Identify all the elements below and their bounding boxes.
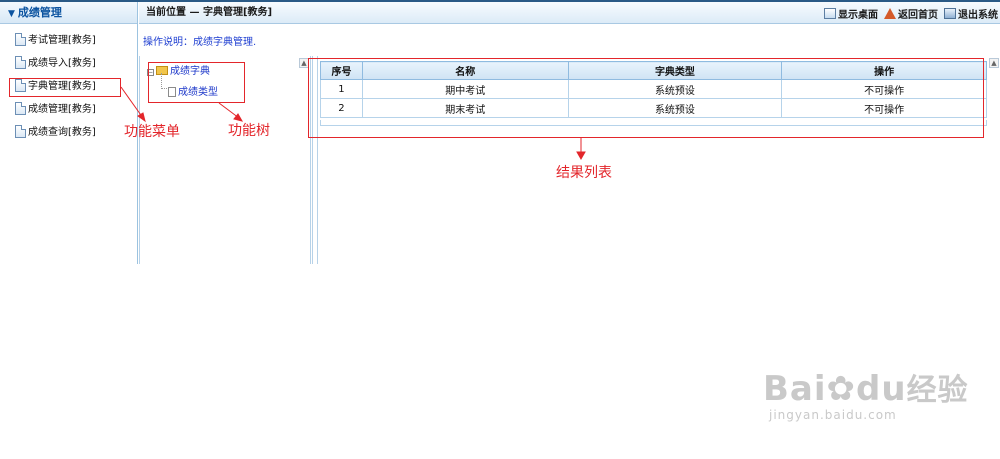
sidebar-header[interactable]: ▼ 成绩管理 bbox=[0, 2, 137, 24]
document-icon bbox=[15, 56, 26, 69]
exit-icon bbox=[944, 7, 956, 19]
paw-icon: ✿ bbox=[826, 369, 857, 409]
exit-system-label: 退出系统 bbox=[958, 9, 998, 21]
show-desktop-label: 显示桌面 bbox=[838, 9, 878, 21]
baidu-jingyan-watermark: Bai✿du经验 jingyan.baidu.com bbox=[763, 372, 969, 422]
document-icon bbox=[15, 125, 26, 138]
back-home-button[interactable]: 返回首页 bbox=[884, 6, 938, 21]
sidebar-item-label: 考试管理[教务] bbox=[28, 35, 96, 46]
exit-system-button[interactable]: 退出系统 bbox=[944, 6, 998, 21]
sidebar-item-exam-manage[interactable]: 考试管理[教务] bbox=[0, 32, 137, 55]
document-icon bbox=[15, 102, 26, 115]
annotation-box-menu bbox=[9, 78, 121, 97]
breadcrumb: 当前位置 — 字典管理[教务] bbox=[146, 7, 273, 18]
desktop-icon bbox=[824, 7, 836, 19]
watermark-brand-left: Bai bbox=[763, 369, 827, 409]
sidebar-item-label: 成绩查询[教务] bbox=[28, 127, 96, 138]
watermark-brand-cn: 经验 bbox=[906, 373, 969, 408]
home-icon bbox=[884, 7, 896, 19]
document-icon bbox=[15, 33, 26, 46]
top-bar: 当前位置 — 字典管理[教务] 显示桌面 返回首页 退出系统 bbox=[139, 2, 1000, 24]
result-scroll-up-button[interactable]: ▲ bbox=[989, 58, 999, 68]
sidebar-item-label: 成绩管理[教务] bbox=[28, 104, 96, 115]
watermark-logo: Bai✿du经验 bbox=[763, 372, 969, 408]
sidebar-title: 成绩管理 bbox=[17, 6, 62, 19]
sidebar-item-label: 成绩导入[教务] bbox=[28, 58, 96, 69]
watermark-brand-right: du bbox=[856, 369, 907, 409]
top-actions: 显示桌面 返回首页 退出系统 bbox=[824, 2, 998, 24]
annotation-label-results: 结果列表 bbox=[556, 165, 612, 181]
annotation-box-tree bbox=[148, 62, 245, 103]
annotation-label-menu: 功能菜单 bbox=[124, 124, 180, 140]
watermark-url: jingyan.baidu.com bbox=[769, 408, 897, 422]
sidebar-item-score-import[interactable]: 成绩导入[教务] bbox=[0, 55, 137, 78]
sidebar-item-score-manage[interactable]: 成绩管理[教务] bbox=[0, 101, 137, 124]
back-home-label: 返回首页 bbox=[898, 9, 938, 21]
chevron-down-icon: ▼ bbox=[8, 9, 15, 19]
annotation-box-results bbox=[308, 58, 984, 138]
show-desktop-button[interactable]: 显示桌面 bbox=[824, 6, 878, 21]
operation-hint: 操作说明：成绩字典管理. bbox=[143, 37, 257, 48]
sidebar-item-score-query[interactable]: 成绩查询[教务] bbox=[0, 124, 137, 147]
sidebar: ▼ 成绩管理 考试管理[教务] 成绩导入[教务] 字典管理[教务] 成绩管理[教务… bbox=[0, 2, 138, 264]
annotation-label-tree: 功能树 bbox=[228, 123, 270, 139]
